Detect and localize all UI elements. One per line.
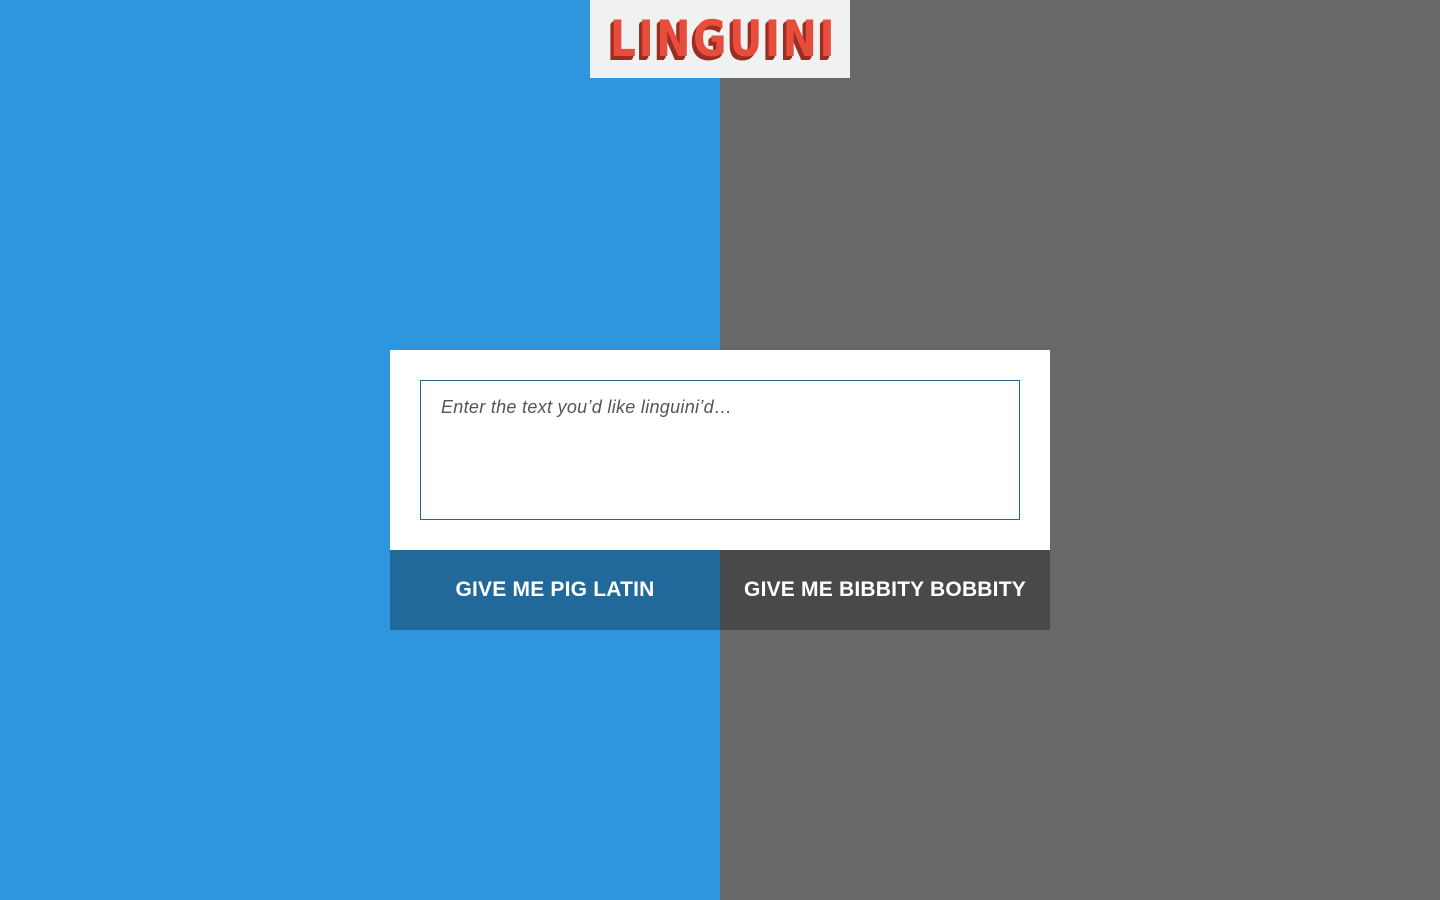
logo: LINGUINI bbox=[590, 0, 850, 78]
logo-text: LINGUINI bbox=[609, 10, 837, 68]
text-input[interactable] bbox=[420, 380, 1020, 520]
input-panel bbox=[390, 350, 1050, 550]
bibbity-bobbity-button[interactable]: GIVE ME BIBBITY BOBBITY bbox=[720, 550, 1050, 630]
pig-latin-button[interactable]: GIVE ME PIG LATIN bbox=[390, 550, 720, 630]
